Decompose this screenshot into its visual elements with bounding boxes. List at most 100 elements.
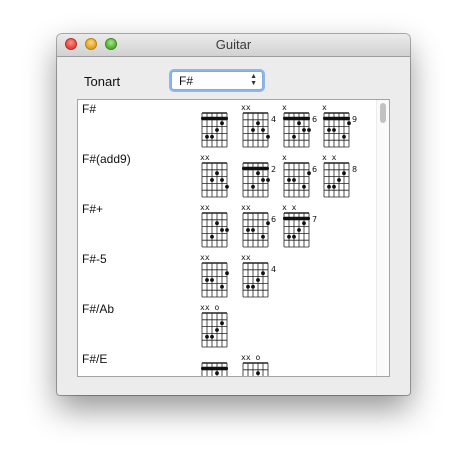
finger-dot (215, 221, 219, 226)
finger-dot (302, 128, 306, 132)
chord-diagram[interactable]: xx (199, 254, 239, 300)
vertical-scrollbar[interactable] (376, 100, 389, 376)
chord-diagram[interactable]: 2 (240, 154, 280, 200)
finger-dot (266, 221, 270, 226)
finger-dot (266, 134, 270, 139)
finger-dot (225, 271, 229, 276)
finger-dot (215, 128, 219, 132)
chord-name: F# (82, 102, 97, 116)
finger-dot (297, 121, 301, 126)
nut-markers: xx (241, 204, 251, 212)
finger-dot (292, 134, 296, 139)
finger-dot (307, 171, 311, 176)
key-select[interactable]: F# ▲ ▼ (171, 71, 263, 90)
fret-number: 4 (271, 265, 276, 274)
finger-dot (220, 284, 224, 289)
finger-dot (261, 234, 265, 239)
finger-dot (302, 184, 306, 189)
finger-dot (327, 128, 331, 132)
finger-dot (220, 321, 224, 326)
nut-markers: xx o (241, 354, 260, 362)
finger-dot (332, 184, 336, 189)
finger-dot (342, 171, 346, 176)
chord-diagram[interactable]: x x 8 (321, 154, 361, 200)
finger-dot (292, 234, 296, 239)
finger-dot (256, 278, 260, 282)
barre-mark (323, 116, 350, 121)
scrollbar-thumb[interactable] (380, 103, 386, 123)
finger-dot (246, 228, 250, 232)
chord-diagram[interactable]: xx o (240, 354, 280, 377)
fret-number: 6 (312, 115, 317, 124)
chord-name: F#/Ab (82, 302, 115, 316)
finger-dot (307, 128, 311, 132)
nut-markers: xx (200, 254, 210, 262)
chord-diagram[interactable]: x6 (281, 104, 321, 150)
nut-markers: xx o (200, 304, 219, 312)
finger-dot (342, 134, 346, 139)
chord-row[interactable]: F#(add9) xx 2 x 6 x x8 (78, 152, 378, 204)
chord-diagram[interactable]: x6 (281, 154, 321, 200)
chord-name: F#/E (82, 352, 108, 366)
chord-row[interactable]: F#+ xx xx 6 x x 7 (78, 202, 378, 254)
finger-dot (251, 284, 255, 289)
finger-dot (337, 178, 341, 182)
nut-markers: x x (282, 204, 297, 212)
finger-dot (205, 278, 209, 282)
chord-diagram[interactable]: xx (199, 154, 239, 200)
nut-markers: xx (200, 204, 210, 212)
chord-diagram[interactable]: xx 4 (240, 254, 280, 300)
chord-diagram[interactable]: xx o (199, 304, 239, 350)
barre-mark (201, 366, 228, 371)
finger-dot (297, 228, 301, 232)
finger-dot (261, 271, 265, 276)
finger-dot (210, 234, 214, 239)
finger-dot (210, 134, 214, 139)
chord-row[interactable]: F#/E xx o (78, 352, 378, 377)
nut-markers: x (322, 104, 327, 112)
window-title: Guitar (215, 37, 252, 52)
finger-dot (266, 178, 270, 182)
finger-dot (251, 128, 255, 132)
nut-markers: xx (241, 104, 251, 112)
chord-diagram[interactable]: xx 4 (240, 104, 280, 150)
key-label: Tonart (84, 74, 121, 89)
fret-number: 4 (271, 115, 276, 124)
chord-row[interactable]: F#-5 xx xx 4 (78, 252, 378, 304)
finger-dot (210, 334, 214, 339)
finger-dot (220, 178, 224, 182)
fret-number: 6 (271, 215, 276, 224)
finger-dot (220, 121, 224, 126)
barre-mark (283, 216, 310, 221)
nut-markers: x (282, 154, 287, 162)
chord-name: F#-5 (82, 252, 107, 266)
chord-diagram[interactable]: x x 7 (281, 204, 321, 250)
chord-diagram[interactable] (199, 104, 239, 150)
chord-diagram[interactable]: xx (199, 204, 239, 250)
finger-dot (256, 371, 260, 376)
chord-diagram[interactable]: x9 (321, 104, 361, 150)
finger-dot (215, 328, 219, 332)
finger-dot (210, 178, 214, 182)
finger-dot (225, 228, 229, 232)
finger-dot (302, 221, 306, 226)
finger-dot (256, 121, 260, 126)
nut-markers: x x (322, 154, 337, 162)
chord-row[interactable]: F# xx 4 x 6 x 9 (78, 102, 378, 154)
fret-number: 2 (271, 165, 276, 174)
chord-list[interactable]: F# xx 4 x 6 x 9 F#(add9) xx 2 x 6 x x 8 F#+ xx xx 6 x x 7 F#… (77, 99, 390, 377)
chord-row[interactable]: F#/Ab xx o (78, 302, 378, 354)
barre-mark (201, 116, 228, 121)
barre-mark (242, 166, 269, 171)
chord-diagram[interactable] (199, 354, 239, 377)
key-select-value: F# (179, 74, 194, 88)
nut-markers: xx (241, 254, 251, 262)
finger-dot (210, 278, 214, 282)
nut-markers: xx (200, 154, 210, 162)
chord-diagram[interactable]: xx 6 (240, 204, 280, 250)
finger-dot (205, 134, 209, 139)
chord-name: F#(add9) (82, 152, 131, 166)
barre-mark (283, 116, 310, 121)
finger-dot (215, 371, 219, 376)
guitar-window: Guitar Tonart F# ▲ ▼ F# xx 4 x 6 x 9 F#(add9) xx… (57, 34, 410, 395)
